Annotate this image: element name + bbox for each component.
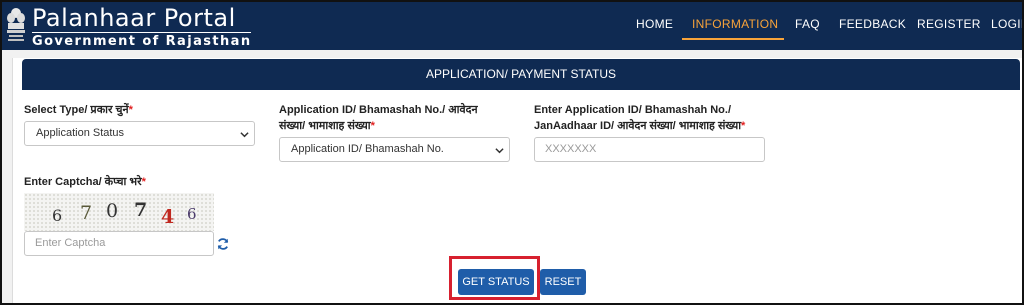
nav-faq[interactable]: FAQ	[795, 17, 820, 31]
captcha-char: 6	[52, 206, 63, 225]
nav-register[interactable]: REGISTER	[917, 17, 981, 31]
id-type-label: Application ID/ Bhamashah No./ आवेदन संख…	[279, 104, 478, 132]
captcha-char: 6	[187, 205, 197, 223]
nav-active-underline	[682, 38, 784, 40]
captcha-input[interactable]: Enter Captcha	[24, 231, 214, 256]
get-status-button[interactable]: GET STATUS	[458, 269, 534, 295]
id-type-value: Application ID/ Bhamashah No.	[291, 143, 444, 155]
captcha-char: 7	[80, 202, 93, 224]
nav-login[interactable]: LOGIN	[991, 17, 1022, 31]
application-id-input[interactable]: XXXXXXX	[534, 137, 765, 162]
panel-title: APPLICATION/ PAYMENT STATUS	[425, 67, 617, 81]
select-type-label: Select Type/ प्रकार चुनें*	[24, 104, 133, 116]
select-type-value: Application Status	[36, 127, 125, 139]
captcha-char: 4	[161, 206, 175, 228]
select-type-dropdown[interactable]: Application Status	[24, 121, 255, 146]
nav-information[interactable]: INFORMATION	[692, 17, 778, 31]
nav-home[interactable]: HOME	[636, 17, 673, 31]
panel-header: APPLICATION/ PAYMENT STATUS	[22, 59, 1020, 90]
captcha-image: 6 7 0 7 4 6	[24, 193, 214, 231]
captcha-char: 0	[106, 200, 119, 222]
chevron-down-icon	[495, 148, 504, 154]
page-frame: Palanhaar Portal Government of Rajasthan…	[0, 0, 1024, 305]
nav-feedback[interactable]: FEEDBACK	[839, 17, 906, 31]
captcha-char: 7	[134, 199, 148, 221]
captcha-label: Enter Captcha/ केप्चा भरे*	[24, 176, 146, 188]
refresh-icon[interactable]	[216, 237, 230, 251]
id-input-label: Enter Application ID/ Bhamashah No./ Jan…	[534, 104, 746, 132]
id-type-dropdown[interactable]: Application ID/ Bhamashah No.	[279, 137, 510, 162]
top-header: Palanhaar Portal Government of Rajasthan…	[2, 2, 1022, 50]
main-nav: HOME INFORMATION FAQ FEEDBACK REGISTER L…	[2, 17, 1022, 37]
reset-button[interactable]: RESET	[540, 269, 586, 295]
chevron-down-icon	[240, 132, 249, 138]
